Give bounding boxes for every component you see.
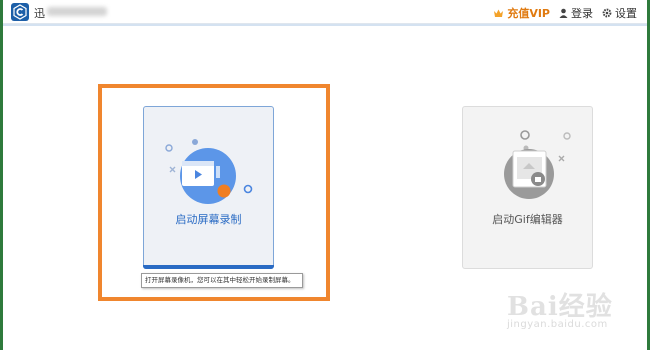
start-gif-editor-label: 启动Gif编辑器 xyxy=(492,213,563,226)
title-bar: 迅 充值VIP 登录 设置 xyxy=(3,0,647,24)
watermark-main: Bai经验 xyxy=(507,292,613,322)
top-right-toolbar: 充值VIP 登录 设置 xyxy=(484,5,637,21)
app-title: 迅 xyxy=(34,7,46,20)
card-active-indicator xyxy=(143,265,274,269)
crown-icon xyxy=(494,9,504,17)
title-blurred-text xyxy=(47,7,107,16)
screen-recorder-illustration-icon xyxy=(165,139,253,204)
record-tooltip: 打开屏幕录像机，您可以在其中轻松开始录制屏幕。 xyxy=(141,273,303,288)
app-window: 迅 充值VIP 登录 设置 启动屏幕录制 打开屏幕录像机，您可以在其中轻松开始录… xyxy=(0,0,650,350)
watermark-sub: jingyan.baidu.com xyxy=(507,319,608,330)
gif-editor-illustration-icon xyxy=(504,130,571,199)
user-icon xyxy=(559,8,568,18)
baidu-jingyan-watermark: Bai经验 jingyan.baidu.com xyxy=(499,286,649,346)
title-divider xyxy=(3,24,647,26)
start-screen-recording-card[interactable]: 启动屏幕录制 xyxy=(143,106,274,269)
start-gif-editor-card[interactable]: 启动Gif编辑器 xyxy=(462,106,593,269)
settings-button[interactable]: 设置 xyxy=(602,5,637,21)
vip-button[interactable]: 充值VIP xyxy=(493,5,550,21)
login-label: 登录 xyxy=(571,7,593,20)
app-logo-icon xyxy=(11,3,29,21)
gear-icon xyxy=(602,8,612,18)
vip-label: 充值VIP xyxy=(507,7,550,20)
login-button[interactable]: 登录 xyxy=(559,5,593,21)
settings-label: 设置 xyxy=(615,7,637,20)
start-screen-recording-label: 启动屏幕录制 xyxy=(175,213,242,226)
